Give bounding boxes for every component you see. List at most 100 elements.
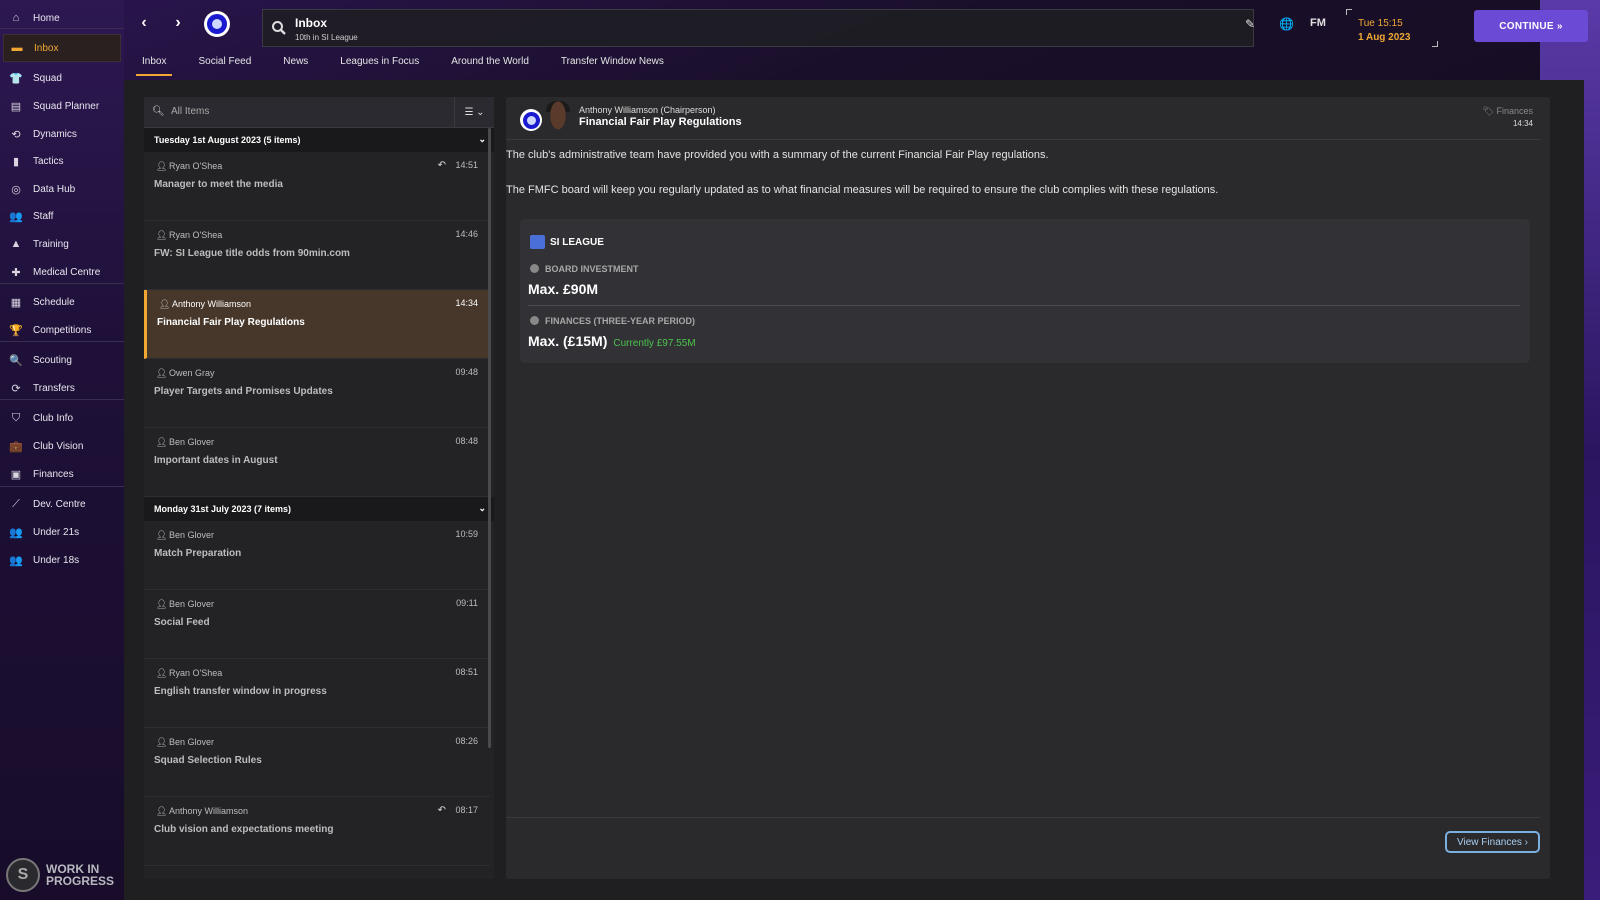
sidebar-item-data-hub[interactable]: ◎ Data Hub (0, 175, 124, 203)
sidebar-item-label: Scouting (33, 354, 72, 366)
person-icon: 👤︎ (156, 806, 168, 816)
reply-icon: ↶ (437, 160, 446, 171)
continue-button[interactable]: CONTINUE » (1474, 10, 1588, 42)
person-icon: 👤︎ (156, 737, 168, 747)
inbox-message[interactable]: 👤︎ Owen Gray 09:48 Player Targets and Promi… (144, 359, 490, 428)
club-badge-button[interactable] (204, 11, 230, 37)
edit-icon[interactable]: ✎ (1245, 17, 1255, 31)
club-crest-icon (207, 14, 227, 34)
board-investment-value: Max. £90M (528, 281, 599, 297)
reply-icon: ↶ (437, 805, 446, 816)
category-label: Finances (1496, 106, 1533, 116)
corner-decoration (1346, 9, 1352, 15)
league-name: SI LEAGUE (550, 237, 604, 248)
chevron-down-icon: ⌄ (478, 503, 486, 513)
filter-menu-button[interactable]: ☰ ⌄ (454, 97, 494, 128)
list-menu-icon: ☰ ⌄ (464, 107, 485, 118)
sidebar-item-medical-centre[interactable]: ✚ Medical Centre (0, 258, 124, 286)
search-icon: 🔍 (9, 354, 23, 367)
message-title: Financial Fair Play Regulations (579, 116, 742, 128)
list-scrollbar[interactable] (488, 128, 491, 748)
sidebar-item-finances[interactable]: ▣ Finances (0, 460, 124, 488)
inbox-message[interactable]: 👤︎ Ryan O'Shea 14:46 FW: SI League title od… (144, 221, 490, 290)
game-date[interactable]: Tue 15:15 1 Aug 2023 (1346, 9, 1438, 47)
sidebar-item-under-21s[interactable]: 👥 Under 21s (0, 518, 124, 546)
tag-icon: 🏷︎ (1482, 106, 1497, 116)
sidebar-item-label: Inbox (34, 42, 59, 54)
sidebar-item-squad-planner[interactable]: ▤ Squad Planner (0, 92, 124, 120)
person-icon: 👤︎ (156, 368, 168, 378)
tab-inbox[interactable]: Inbox (136, 52, 173, 76)
sidebar-item-staff[interactable]: 👥 Staff (0, 202, 124, 230)
sidebar-item-dev-centre[interactable]: ⟋ Dev. Centre (0, 490, 124, 518)
date-group-header[interactable]: Tuesday 1st August 2023 (5 items) ⌄ (144, 128, 494, 152)
inbox-message[interactable]: 👤︎ Ryan O'Shea 08:51 English transfer windo… (144, 659, 490, 728)
tab-leagues-in-focus[interactable]: Leagues in Focus (334, 52, 425, 74)
inbox-message[interactable]: 👤︎ Anthony Williamson 14:34 Financial Fair … (144, 290, 490, 359)
message-time: 14:51 (455, 160, 478, 170)
inbox-message[interactable]: 👤︎ Ben Glover 08:26 Squad Selection Rules (144, 728, 490, 797)
staff-icon: 👥 (9, 210, 23, 223)
sidebar-item-transfers[interactable]: ⟳ Transfers (0, 374, 124, 402)
forward-button[interactable]: › (168, 13, 188, 33)
trophy-icon: 🏆 (9, 324, 23, 337)
finances-icon: ▣ (10, 468, 22, 481)
message-sender: Ben Glover (169, 437, 215, 447)
message-time: 08:26 (455, 736, 478, 746)
finances-value: Max. (£15M) Currently £97.55M (528, 333, 696, 349)
sidebar-item-label: Squad (33, 72, 62, 84)
ffp-card: SI LEAGUE BOARD INVESTMENT Max. £90M FIN… (520, 219, 1530, 363)
inbox-message[interactable]: 👤︎ Anthony Williamson ↶ 08:17 Club vision an… (144, 797, 490, 866)
sidebar-item-label: Tactics (33, 155, 64, 167)
finances-label: FINANCES (THREE-YEAR PERIOD) (530, 316, 695, 326)
inbox-message[interactable]: 👤︎ Ben Glover 10:59 Match Preparation (144, 521, 490, 590)
data-hub-icon: ◎ (11, 183, 21, 196)
fm-menu-button[interactable]: FM (1310, 17, 1326, 29)
sidebar-item-under-18s[interactable]: 👥 Under 18s (0, 546, 124, 574)
search-icon (272, 21, 286, 35)
corner-decoration (1432, 41, 1438, 47)
sidebar-item-home[interactable]: ⌂ Home (0, 4, 124, 32)
tab-transfer-window-news[interactable]: Transfer Window News (555, 52, 670, 74)
sidebar-item-tactics[interactable]: ▮ Tactics (0, 147, 124, 175)
sidebar-item-competitions[interactable]: 🏆 Competitions (0, 316, 124, 344)
info-icon[interactable] (530, 316, 539, 325)
u18-icon: 👥 (9, 554, 23, 567)
inbox-message[interactable]: 👤︎ Ryan O'Shea ↶ 14:51 Manager to meet the m… (144, 152, 490, 221)
person-icon: 👤︎ (156, 161, 168, 171)
inbox-message[interactable]: 👤︎ Ben Glover 08:48 Important dates in Augu… (144, 428, 490, 497)
sidebar-item-club-info[interactable]: ⛉ Club Info (0, 404, 124, 432)
sidebar-item-label: Staff (33, 210, 54, 222)
message-sender: Anthony Williamson (Chairperson) (579, 105, 716, 115)
inbox-list: 🔍︎ All Items ☰ ⌄ Tuesday 1st August 2023… (144, 97, 494, 879)
inbox-icon: ▬ (11, 42, 23, 54)
clipboard-icon: ▤ (10, 100, 22, 113)
briefcase-icon: 💼 (9, 440, 23, 453)
search-bar[interactable]: Inbox 10th in SI League (262, 9, 1254, 47)
inbox-message[interactable]: 👤︎ Ben Glover 09:11 Social Feed (144, 590, 490, 659)
filter-input[interactable]: All Items (171, 106, 209, 117)
globe-icon[interactable]: 🌐 (1279, 17, 1294, 31)
message-paragraph: The club's administrative team have prov… (506, 149, 1049, 161)
date-group-header[interactable]: Monday 31st July 2023 (7 items) ⌄ (144, 497, 494, 521)
tab-social-feed[interactable]: Social Feed (192, 52, 257, 74)
back-button[interactable]: ‹ (134, 13, 154, 33)
message-time: 09:48 (455, 367, 478, 377)
view-finances-button[interactable]: View Finances › (1445, 831, 1540, 853)
message-subject: English transfer window in progress (154, 686, 327, 697)
tab-news[interactable]: News (277, 52, 314, 74)
sidebar-item-label: Under 21s (33, 526, 80, 538)
sidebar-item-club-vision[interactable]: 💼 Club Vision (0, 432, 124, 460)
sidebar-item-label: Transfers (33, 382, 75, 394)
message-subject: Squad Selection Rules (154, 755, 262, 766)
sidebar-item-schedule[interactable]: ▦ Schedule (0, 288, 124, 316)
info-icon[interactable] (530, 264, 539, 273)
u21-icon: 👥 (9, 526, 23, 539)
sidebar-item-dynamics[interactable]: ⟲ Dynamics (0, 120, 124, 148)
sidebar-item-inbox[interactable]: ▬ Inbox (3, 34, 121, 62)
message-time: 08:48 (455, 436, 478, 446)
sidebar-item-training[interactable]: ▲ Training (0, 230, 124, 258)
sidebar-item-squad[interactable]: 👕 Squad (0, 64, 124, 92)
tab-around-the-world[interactable]: Around the World (445, 52, 535, 74)
sidebar-item-scouting[interactable]: 🔍 Scouting (0, 346, 124, 374)
